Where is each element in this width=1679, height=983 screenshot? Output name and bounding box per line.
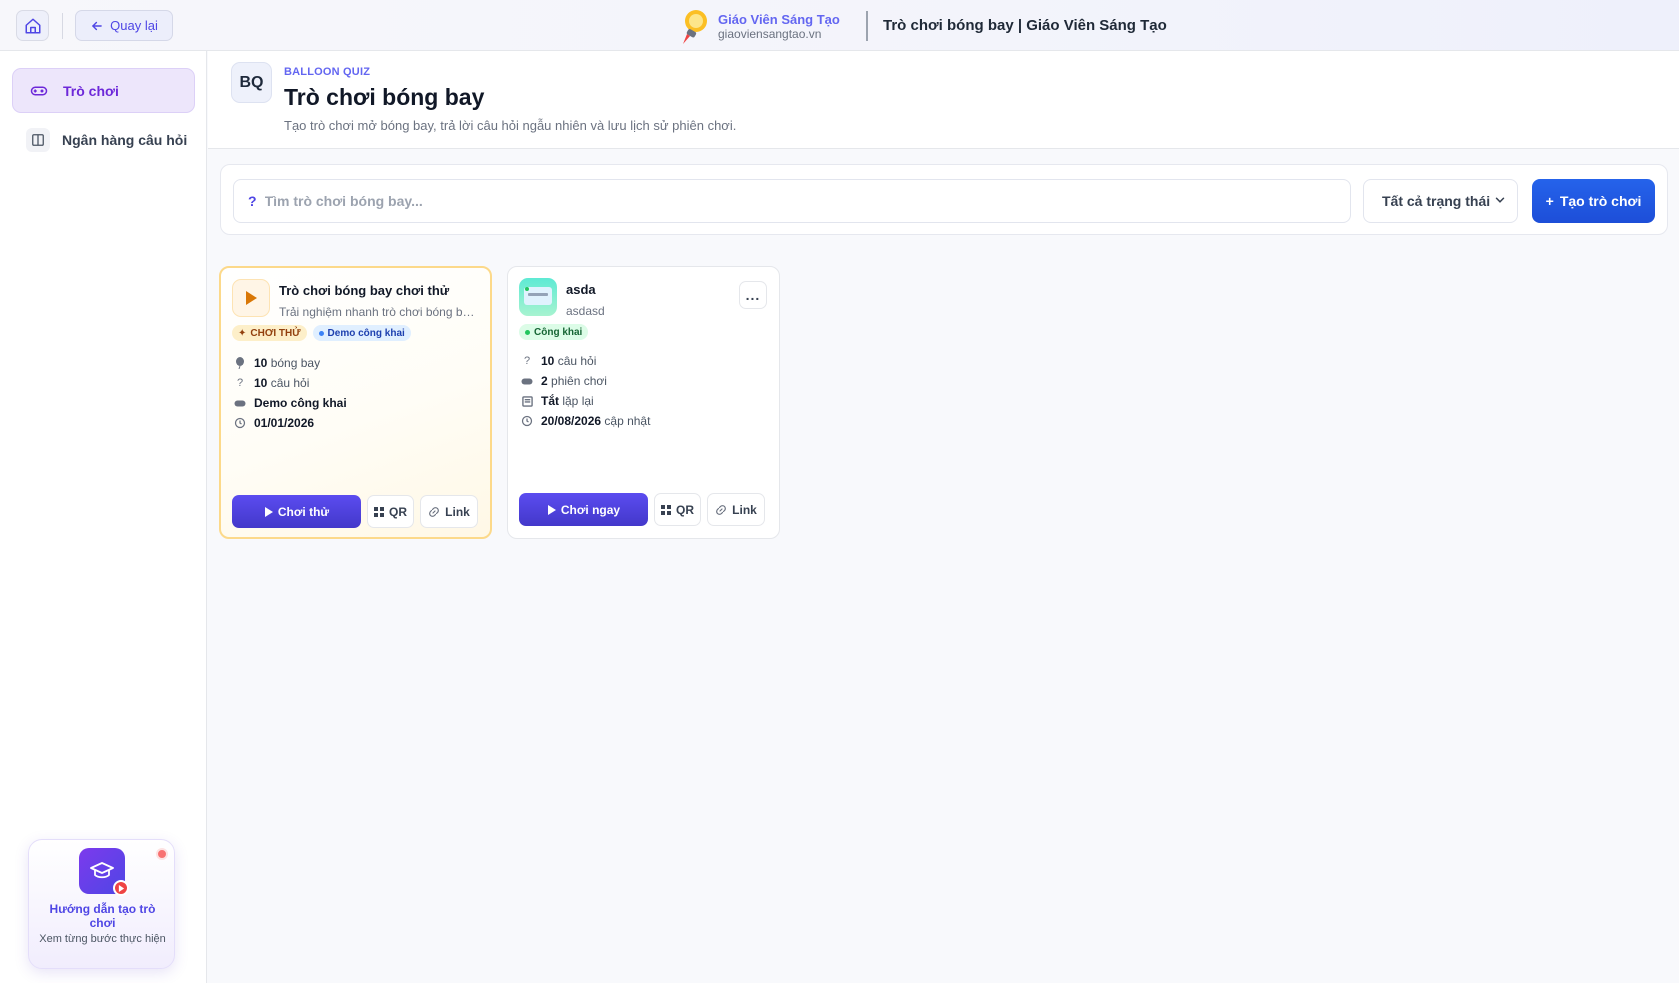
card-actions: Chơi thử QR Link: [232, 495, 478, 528]
page-header-title: Trò chơi bóng bay | Giáo Viên Sáng Tạo: [883, 17, 1167, 34]
sidebar: Trò chơi Ngân hàng câu hỏi Hướng dẫn tạo…: [0, 51, 207, 983]
guide-card[interactable]: Hướng dẫn tạo trò chơi Xem từng bước thự…: [28, 839, 175, 969]
question-icon: ?: [236, 377, 244, 389]
balloon-icon: [234, 357, 246, 369]
status-filter-value: Tất cả trạng thái: [1382, 193, 1491, 209]
play-now-button[interactable]: Chơi ngay: [519, 493, 648, 526]
gamepad-icon: [234, 397, 246, 409]
question-icon: ?: [248, 193, 257, 209]
play-icon: [547, 504, 556, 515]
home-icon: [25, 18, 40, 33]
try-play-button[interactable]: Chơi thử: [232, 495, 361, 528]
game-card-demo[interactable]: Trò chơi bóng bay chơi thử Trải nghiệm n…: [219, 266, 492, 539]
main-header: BQ BALLOON QUIZ Trò chơi bóng bay Tạo tr…: [208, 51, 1679, 149]
sparkle-icon: ✦: [238, 327, 247, 339]
gamepad-icon: [27, 79, 51, 103]
card-title: Trò chơi bóng bay chơi thử: [279, 283, 450, 298]
search-input[interactable]: [264, 193, 1325, 209]
create-game-label: Tạo trò chơi: [1559, 193, 1642, 209]
qr-icon: [661, 504, 671, 515]
public-badge: Công khai: [519, 324, 589, 340]
play-icon: [232, 279, 270, 317]
stat-questions: ? 10 câu hỏi: [521, 351, 650, 371]
kicker: BALLOON QUIZ: [284, 66, 371, 78]
card-actions: Chơi ngay QR Link: [519, 493, 765, 526]
book-icon: [26, 127, 50, 152]
card-badges: Công khai: [519, 324, 589, 340]
back-label: Quay lại: [110, 18, 158, 33]
brand[interactable]: Giáo Viên Sáng Tạo giaoviensangtao.vn: [678, 8, 840, 46]
create-game-button[interactable]: + Tạo trò chơi: [1532, 179, 1655, 223]
clock-icon: [521, 415, 533, 427]
card-title: asda: [566, 282, 596, 297]
lightbulb-logo-icon: [683, 10, 707, 44]
qr-icon: [374, 506, 384, 517]
back-button[interactable]: Quay lại: [75, 10, 173, 41]
stat-balloons: 10 bóng bay: [234, 353, 347, 373]
trial-badge: ✦ CHƠI THỬ: [232, 325, 307, 341]
card-description: asdasd: [566, 304, 605, 318]
list-icon: [521, 395, 533, 407]
divider: [62, 13, 63, 39]
stat-questions: ? 10 câu hỏi: [234, 373, 347, 393]
stat-sessions: 2 phiên chơi: [521, 371, 650, 391]
copy-link-button[interactable]: Link: [420, 495, 478, 528]
page-title: Trò chơi bóng bay: [284, 84, 485, 110]
notification-dot: [156, 848, 168, 860]
page-subtitle: Tạo trò chơi mở bóng bay, trả lời câu hỏ…: [284, 118, 737, 133]
sidebar-item-games[interactable]: Trò chơi: [12, 68, 195, 113]
card-stats: 10 bóng bay ? 10 câu hỏi Demo công khai …: [234, 353, 347, 433]
sidebar-item-label: Trò chơi: [63, 82, 119, 99]
copy-link-button[interactable]: Link: [707, 493, 765, 526]
brand-url: giaoviensangtao.vn: [718, 26, 822, 41]
home-button[interactable]: [16, 10, 49, 41]
qr-button[interactable]: QR: [654, 493, 701, 526]
search-box[interactable]: ?: [233, 179, 1351, 223]
clock-icon: [234, 417, 246, 429]
sidebar-item-label: Ngân hàng câu hỏi: [62, 131, 188, 148]
stat-updated: 20/08/2026 cập nhật: [521, 411, 650, 431]
card-badges: ✦ CHƠI THỬ Demo công khai: [232, 325, 411, 341]
sidebar-item-question-bank[interactable]: Ngân hàng câu hỏi: [12, 117, 195, 162]
more-options-button[interactable]: ...: [739, 281, 767, 309]
play-icon: [264, 506, 273, 517]
qr-button[interactable]: QR: [367, 495, 414, 528]
card-description: Trải nghiệm nhanh trò chơi bóng bay trực…: [279, 305, 479, 319]
gamepad-icon: [521, 375, 533, 387]
guide-subtitle: Xem từng bước thực hiện: [39, 933, 166, 945]
card-stats: ? 10 câu hỏi 2 phiên chơi Tắt lặp lại 20…: [521, 351, 650, 431]
chevron-down-icon: [1495, 197, 1505, 203]
play-badge-icon: [113, 880, 129, 896]
plus-icon: +: [1545, 193, 1554, 209]
brand-separator: [866, 11, 868, 41]
app-badge: BQ: [231, 62, 272, 103]
public-demo-badge: Demo công khai: [312, 325, 411, 341]
stat-mode: Demo công khai: [234, 393, 347, 413]
question-icon: ?: [523, 355, 531, 367]
stat-date: 01/01/2026: [234, 413, 347, 433]
arrow-left-icon: [92, 21, 102, 30]
link-icon: [429, 506, 440, 517]
link-icon: [716, 504, 727, 515]
toolbar: ? Tất cả trạng thái + Tạo trò chơi: [220, 164, 1668, 235]
stat-repeat: Tắt lặp lại: [521, 391, 650, 411]
status-filter-select[interactable]: Tất cả trạng thái: [1363, 179, 1518, 223]
game-thumbnail: [519, 278, 557, 316]
guide-title: Hướng dẫn tạo trò chơi: [49, 902, 156, 930]
game-card[interactable]: asda asdasd ... Công khai ? 10 câu hỏi 2…: [507, 266, 780, 539]
brand-name: Giáo Viên Sáng Tạo: [718, 11, 840, 27]
top-bar: Quay lại Giáo Viên Sáng Tạo giaoviensang…: [0, 0, 1679, 51]
